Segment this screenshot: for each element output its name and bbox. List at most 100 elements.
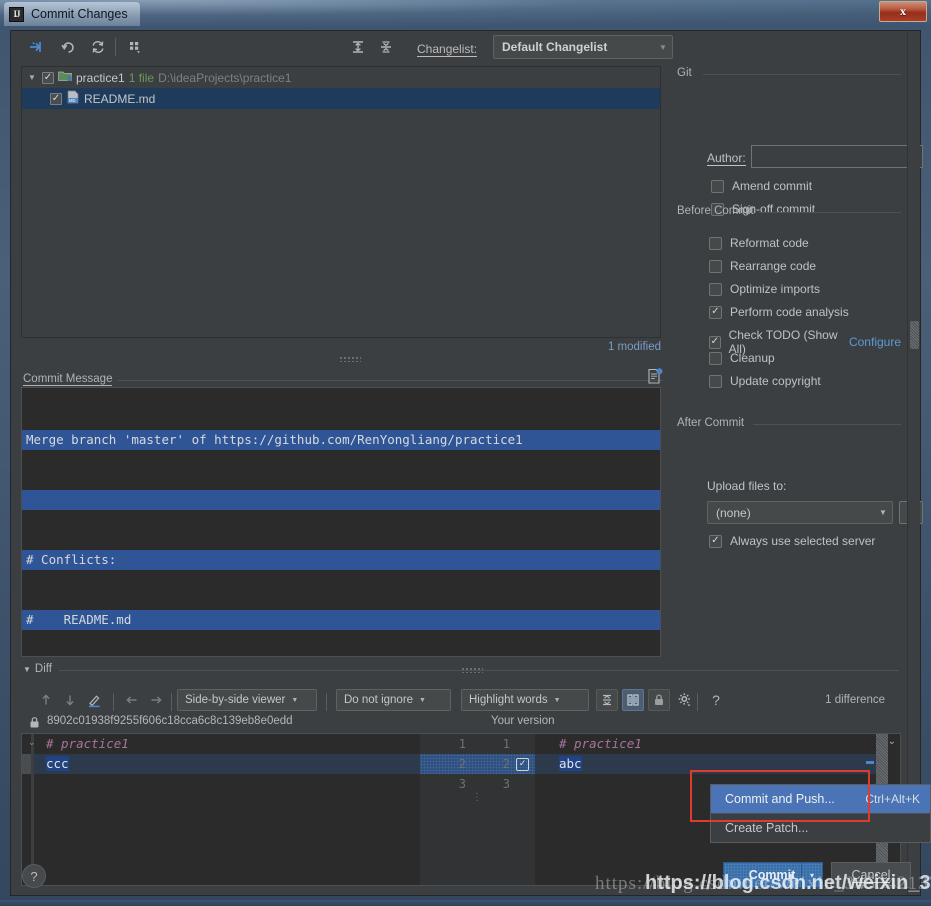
optimize-imports-label: Optimize imports	[730, 282, 821, 296]
commit-message-line-4: # README.md	[22, 610, 660, 630]
dialog-scrollbar-thumb[interactable]	[910, 321, 919, 349]
reformat-code-checkbox[interactable]	[709, 236, 722, 250]
file-checkbox[interactable]: ✓	[50, 92, 62, 105]
diff-section-header[interactable]: ▼ Diff	[23, 663, 52, 675]
apply-left-icon[interactable]	[121, 689, 143, 711]
chevron-down-icon: ▼	[419, 696, 426, 704]
commit-message-input[interactable]: Merge branch 'master' of https://github.…	[21, 387, 661, 657]
left-code-line-1: # practice1	[46, 736, 129, 751]
dialog-body: Changelist: Default Changelist ▼ ▼ ✓ pra…	[10, 30, 923, 896]
left-code-line-2-text: ccc	[46, 756, 69, 771]
tree-root-path: D:\ideaProjects\practice1	[158, 70, 292, 85]
configure-link[interactable]: Configure	[849, 335, 901, 349]
toolbar-separator	[115, 38, 116, 56]
tree-file-name: README.md	[84, 91, 156, 106]
ignore-mode-dropdown[interactable]: Do not ignore ▼	[336, 689, 451, 711]
optimize-imports-checkbox[interactable]	[709, 282, 722, 296]
gutter-right-number-3: 3	[502, 777, 510, 791]
help-button[interactable]: ?	[22, 864, 46, 888]
before-commit-group-title: Before Commit	[677, 205, 754, 217]
collapse-all-icon[interactable]	[375, 37, 397, 57]
highlight-mode-dropdown[interactable]: Highlight words ▼	[461, 689, 589, 711]
cleanup-option[interactable]: Cleanup	[709, 351, 775, 365]
tree-row-readme[interactable]: ✓ MD README.md	[22, 88, 660, 109]
collapse-unchanged-icon[interactable]	[596, 689, 618, 711]
right-code-line-2-text: abc	[559, 756, 582, 771]
diff-revision-row: 8902c01938f9255f606c18cca6c8c139eb8e0edd…	[21, 714, 901, 734]
intellij-logo-icon: IJ	[9, 6, 24, 22]
group-by-icon[interactable]	[124, 37, 146, 57]
author-label-text: Author:	[707, 151, 746, 166]
diff-toolbar-separator-2	[171, 693, 172, 711]
close-button[interactable]: x	[879, 1, 927, 22]
gutter-row-1: 1 1	[420, 734, 535, 754]
chevron-down-icon: ▼	[879, 508, 887, 517]
edit-source-icon[interactable]	[83, 689, 105, 711]
rearrange-code-option[interactable]: Rearrange code	[709, 259, 816, 273]
left-code-line-2: ccc	[22, 754, 420, 774]
amend-commit-checkbox[interactable]	[711, 179, 724, 193]
check-todo-checkbox[interactable]: ✓	[709, 335, 721, 349]
update-copyright-option[interactable]: Update copyright	[709, 374, 821, 388]
diff-change-marker	[22, 754, 31, 774]
perform-code-analysis-option[interactable]: ✓ Perform code analysis	[709, 305, 849, 319]
annotation-highlight-box	[690, 770, 870, 822]
upload-server-dropdown[interactable]: (none) ▼	[707, 501, 893, 524]
rearrange-code-checkbox[interactable]	[709, 259, 722, 273]
author-field[interactable]	[751, 145, 923, 168]
tree-root-name: practice1	[76, 70, 125, 85]
gear-icon[interactable]	[674, 689, 696, 711]
chevron-down-icon[interactable]: ⌄	[888, 736, 896, 747]
optimize-imports-option[interactable]: Optimize imports	[709, 282, 820, 296]
diff-legend-text: Diff	[34, 663, 52, 675]
chevron-down-icon[interactable]: ▼	[28, 73, 38, 82]
splitter-grip-diff[interactable]	[461, 667, 483, 673]
gutter-more-dots-icon: ⋮	[472, 792, 483, 803]
chevron-down-icon[interactable]: ⌄	[28, 737, 36, 748]
commit-message-line-2	[22, 490, 660, 510]
amend-commit-option[interactable]: Amend commit	[711, 179, 812, 193]
window-title-chip: IJ Commit Changes	[4, 2, 140, 26]
help-icon: ?	[30, 868, 38, 884]
always-use-server-checkbox[interactable]: ✓	[709, 534, 722, 548]
synchronize-scroll-icon[interactable]	[622, 689, 644, 711]
cleanup-checkbox[interactable]	[709, 351, 722, 365]
svg-text:MD: MD	[69, 98, 76, 103]
markdown-file-icon: MD	[66, 90, 80, 107]
root-checkbox[interactable]: ✓	[42, 71, 54, 84]
always-use-server-option[interactable]: ✓ Always use selected server	[709, 534, 875, 548]
perform-code-analysis-checkbox[interactable]: ✓	[709, 305, 722, 319]
diff-toolbar: Side-by-side viewer ▼ Do not ignore ▼ Hi…	[21, 687, 901, 715]
splitter-grip-top[interactable]	[339, 356, 361, 362]
apply-right-icon[interactable]	[145, 689, 167, 711]
update-copyright-checkbox[interactable]	[709, 374, 722, 388]
modified-count: 1 modified	[607, 341, 661, 353]
diff-gutter[interactable]: 1 1 2 2 ✓ 3 3 ⋮	[420, 734, 535, 885]
show-diff-icon[interactable]	[25, 37, 47, 57]
reformat-code-option[interactable]: Reformat code	[709, 236, 809, 250]
previous-difference-icon[interactable]	[35, 689, 57, 711]
chevron-down-icon: ▼	[553, 696, 561, 704]
revert-icon[interactable]	[57, 37, 79, 57]
close-icon: x	[900, 4, 906, 18]
chevron-down-icon[interactable]: ▼	[23, 665, 31, 674]
dialog-scrollbar[interactable]	[907, 31, 920, 895]
changes-tree[interactable]: ▼ ✓ practice1 1 file D:\ideaProjects\pra…	[21, 66, 661, 338]
read-only-lock-icon[interactable]	[648, 689, 670, 711]
viewer-mode-dropdown[interactable]: Side-by-side viewer ▼	[177, 689, 317, 711]
gutter-right-number-1: 1	[502, 737, 510, 751]
changelist-dropdown[interactable]: Default Changelist ▼	[493, 35, 673, 59]
accept-change-checkbox[interactable]: ✓	[516, 757, 529, 771]
next-difference-icon[interactable]	[59, 689, 81, 711]
expand-all-icon[interactable]	[347, 37, 369, 57]
diff-toolbar-separator-1	[113, 693, 114, 711]
diff-left-side[interactable]: ⌄ # practice1 ccc	[22, 734, 420, 885]
commit-message-line-1: Merge branch 'master' of https://github.…	[22, 430, 660, 450]
upload-files-label: Upload files to:	[707, 479, 787, 493]
help-icon[interactable]: ?	[705, 689, 727, 711]
gutter-row-2[interactable]: 2 2 ✓	[420, 754, 535, 774]
menu-item-commit-and-push-accelerator: Ctrl+Alt+K	[865, 792, 920, 806]
rearrange-code-label: Rearrange code	[730, 259, 817, 273]
refresh-icon[interactable]	[87, 37, 109, 57]
tree-row-changelist-root[interactable]: ▼ ✓ practice1 1 file D:\ideaProjects\pra…	[22, 67, 660, 88]
